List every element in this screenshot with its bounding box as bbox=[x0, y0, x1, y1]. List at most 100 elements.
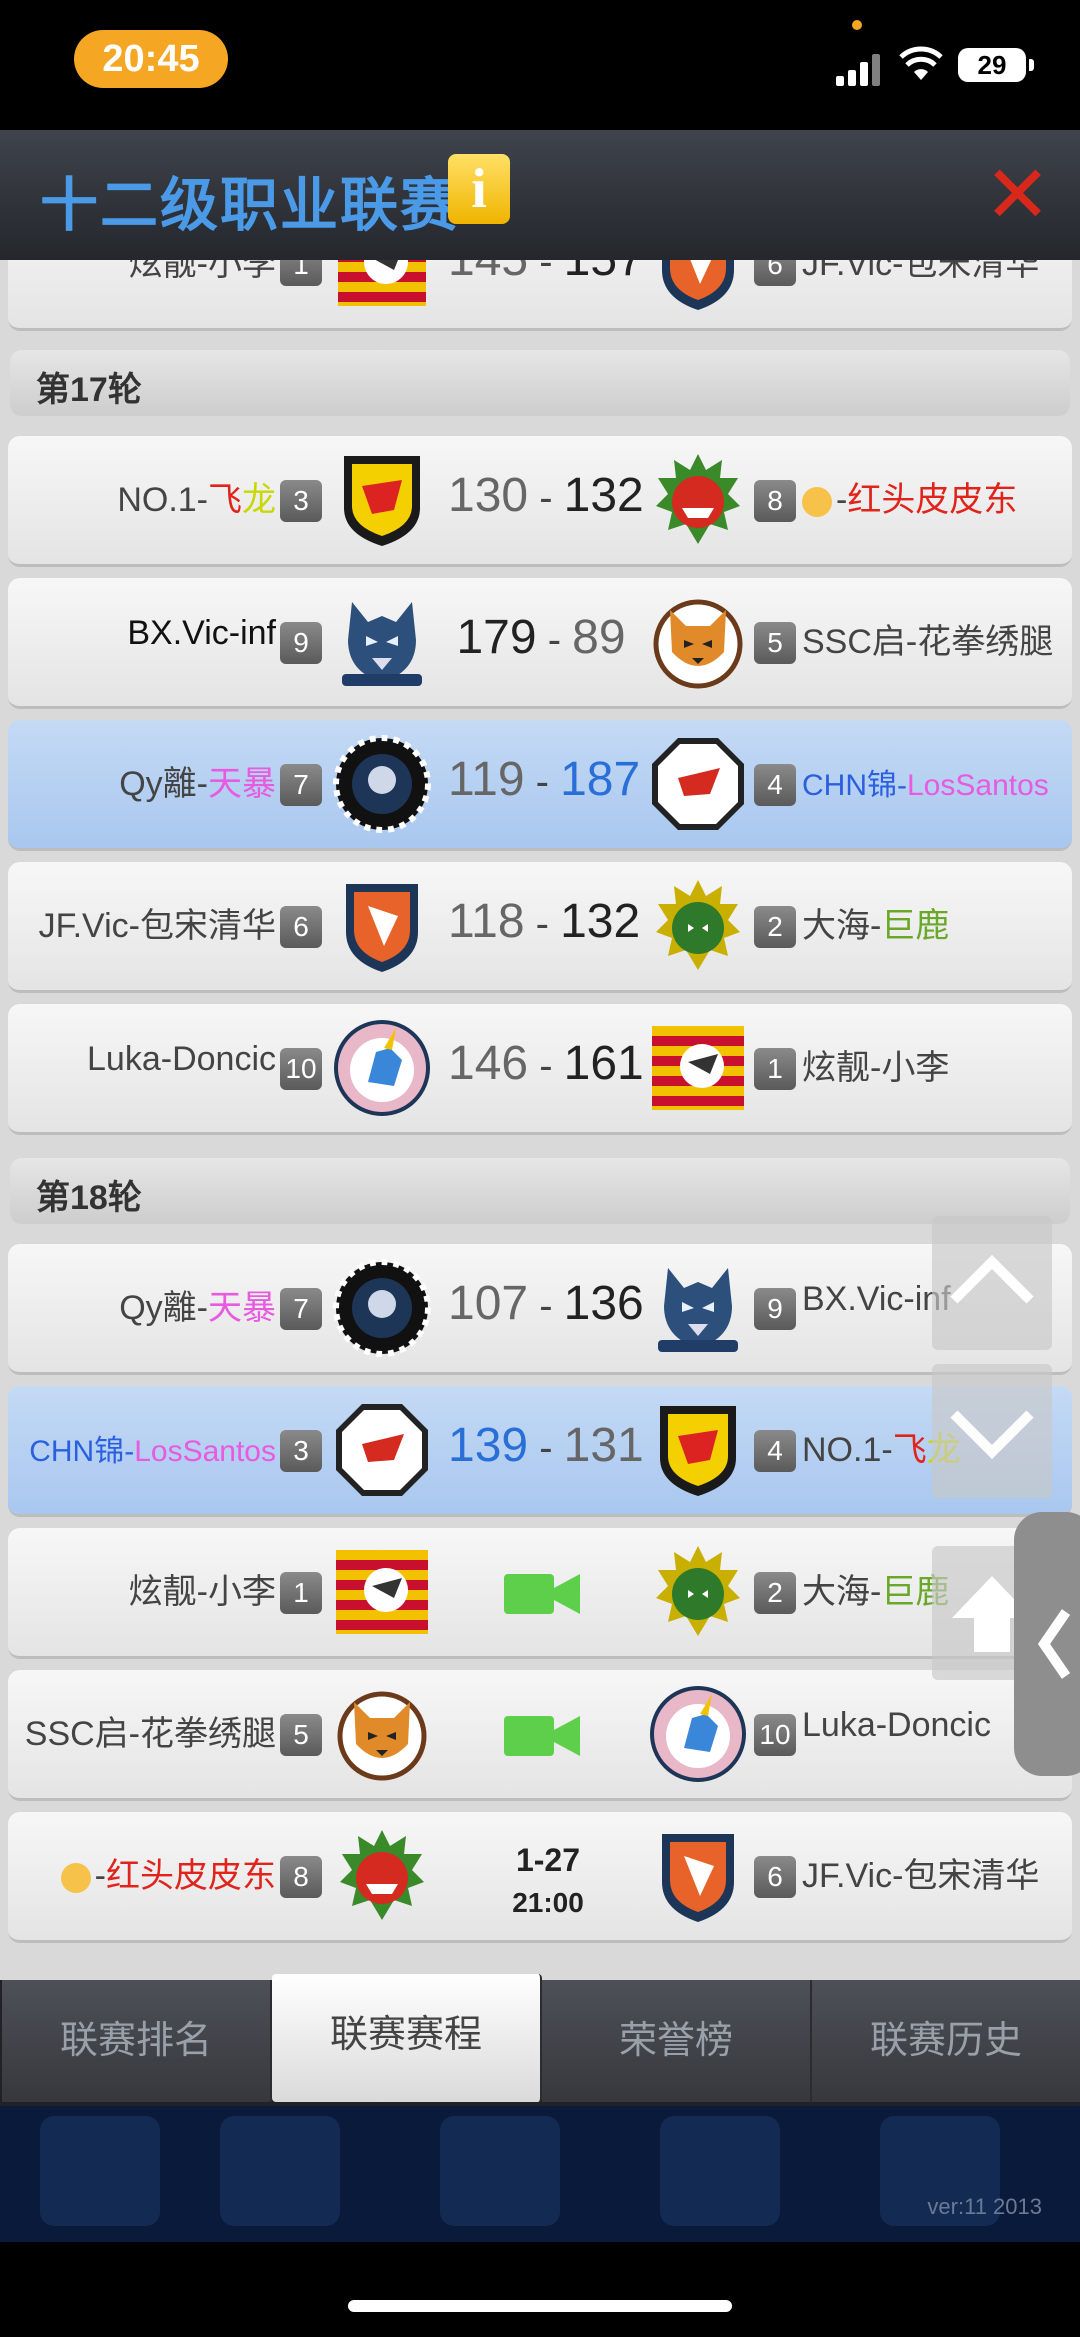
right-team-rank: 6 bbox=[754, 1856, 796, 1898]
recording-dot bbox=[852, 20, 862, 30]
match-row[interactable]: Qy離-天暴 7 107 - 136 9 BX.Vic-inf bbox=[8, 1244, 1072, 1375]
gear-logo-icon bbox=[333, 1259, 431, 1357]
right-team-rank: 1 bbox=[754, 1048, 796, 1090]
dragon-octagon-logo-icon bbox=[336, 1404, 428, 1496]
left-team-name: Qy離-天暴 bbox=[119, 765, 276, 803]
right-team-name: 大海-巨鹿 bbox=[802, 907, 950, 945]
left-team-rank: 8 bbox=[280, 1856, 322, 1898]
close-button[interactable]: ✕ bbox=[984, 155, 1051, 235]
match-time: 21:00 bbox=[512, 1887, 584, 1918]
dragon-shield-logo-icon bbox=[344, 456, 420, 546]
tab-bar: 联赛排名 联赛赛程 荣誉榜 联赛历史 bbox=[0, 1974, 1080, 2106]
match-row-highlighted[interactable]: Qy離-天暴 7 119 - 187 4 CHN锦-LosSantos bbox=[8, 720, 1072, 851]
right-score: 187 bbox=[560, 753, 641, 806]
left-score: 130 bbox=[448, 469, 529, 522]
right-team-name: -红头皮皮东 bbox=[802, 472, 1017, 521]
unicorn-logo-icon bbox=[334, 1020, 430, 1116]
right-score: 89 bbox=[572, 611, 626, 664]
version-label: ver:11 2013 bbox=[927, 2194, 1042, 2219]
status-bar: 20:45 29 bbox=[0, 0, 1080, 130]
video-camera-icon[interactable] bbox=[504, 1714, 580, 1758]
match-row[interactable]: BX.Vic-inf 9 179 - 89 5 SSC启-花拳绣腿 bbox=[8, 578, 1072, 709]
left-team-rank: 9 bbox=[280, 622, 322, 664]
left-team-rank: 10 bbox=[280, 1048, 322, 1090]
tiger-logo-icon bbox=[337, 1691, 427, 1781]
right-score: 157 bbox=[564, 260, 644, 286]
match-row-highlighted[interactable]: CHN锦-LosSantos 3 139 - 131 4 NO.1-飞龙 bbox=[8, 1386, 1072, 1517]
dock-item[interactable] bbox=[440, 2116, 560, 2226]
match-row[interactable]: JF.Vic-包宋清华 6 118 - 132 2 大海-巨鹿 bbox=[8, 862, 1072, 993]
left-team-rank: 1 bbox=[280, 1572, 322, 1614]
eagle-shield-logo-icon bbox=[662, 1834, 734, 1922]
info-button[interactable]: i bbox=[448, 154, 510, 224]
app-header: 十二级职业联赛 i ✕ bbox=[0, 130, 1080, 260]
right-score: 131 bbox=[563, 1419, 644, 1472]
left-team-name: 炫靓-小李 bbox=[128, 260, 276, 283]
deer-logo-icon bbox=[656, 1546, 740, 1636]
tab-league-history[interactable]: 联赛历史 bbox=[812, 1980, 1080, 2102]
right-score: 132 bbox=[560, 895, 641, 948]
round-label: 第18轮 bbox=[36, 1179, 142, 1217]
dragon-octagon-logo-icon bbox=[652, 738, 744, 830]
right-team-rank: 10 bbox=[754, 1714, 796, 1756]
scroll-down-button[interactable] bbox=[932, 1364, 1052, 1498]
wifi-icon bbox=[899, 46, 943, 80]
right-team-rank: 2 bbox=[754, 906, 796, 948]
dock-item[interactable] bbox=[40, 2116, 160, 2226]
home-indicator[interactable] bbox=[348, 2300, 732, 2312]
right-team-rank: 6 bbox=[754, 260, 796, 286]
right-team-rank: 2 bbox=[754, 1572, 796, 1614]
left-team-rank: 3 bbox=[280, 1430, 322, 1472]
dragon-flag-logo-icon bbox=[652, 1026, 744, 1110]
right-team-name: CHN锦-LosSantos bbox=[802, 769, 1049, 802]
dragon-shield-logo-icon bbox=[660, 1406, 736, 1496]
round-label: 第17轮 bbox=[36, 371, 142, 409]
left-team-rank: 5 bbox=[280, 1714, 322, 1756]
dinosaur-logo-icon bbox=[340, 1830, 424, 1920]
left-score: 146 bbox=[448, 1037, 529, 1090]
tab-league-schedule[interactable]: 联赛赛程 bbox=[272, 1974, 542, 2102]
wolf-logo-icon bbox=[658, 1268, 738, 1352]
status-time: 20:45 bbox=[74, 30, 228, 88]
tiger-logo-icon bbox=[653, 599, 743, 689]
deer-logo-icon bbox=[656, 880, 740, 970]
side-drawer-tab[interactable] bbox=[1014, 1512, 1080, 1776]
left-team-name: CHN锦-LosSantos bbox=[29, 1435, 276, 1468]
tab-honor-roll[interactable]: 荣誉榜 bbox=[542, 1980, 812, 2102]
right-team-rank: 9 bbox=[754, 1288, 796, 1330]
left-score: 179 bbox=[456, 611, 537, 664]
chevron-left-icon bbox=[1037, 1609, 1071, 1679]
match-row[interactable]: NO.1-飞龙 3 130 - 132 8 -红头皮皮东 bbox=[8, 436, 1072, 567]
left-team-name: SSC启-花拳绣腿 bbox=[24, 1715, 276, 1753]
video-camera-icon[interactable] bbox=[504, 1572, 580, 1616]
left-team-rank: 7 bbox=[280, 764, 322, 806]
chevron-up-icon bbox=[950, 1254, 1034, 1304]
right-team-rank: 5 bbox=[754, 622, 796, 664]
home-indicator-area bbox=[0, 2242, 1080, 2337]
dock-item[interactable] bbox=[220, 2116, 340, 2226]
gear-logo-icon bbox=[333, 735, 431, 833]
round-header: 第18轮 bbox=[10, 1158, 1070, 1224]
tab-league-ranking[interactable]: 联赛排名 bbox=[2, 1980, 272, 2102]
right-score: 136 bbox=[563, 1277, 644, 1330]
page-title: 十二级职业联赛 bbox=[40, 173, 461, 238]
signal-icon bbox=[836, 50, 886, 86]
right-team-name: 炫靓-小李 bbox=[802, 1049, 950, 1087]
match-row[interactable]: 炫靓-小李 1 2 大海-巨鹿 bbox=[8, 1528, 1072, 1659]
match-row[interactable]: -红头皮皮东 8 1-27 21:00 6 JF.Vic-包宋清华 bbox=[8, 1812, 1072, 1943]
unicorn-logo-icon bbox=[650, 1686, 746, 1782]
match-row[interactable]: 炫靓-小李 1 145 - 157 6 JF.Vic-包宋清华 bbox=[8, 260, 1072, 331]
left-team-name: Luka-Doncic bbox=[87, 1040, 276, 1078]
match-row[interactable]: Luka-Doncic 10 146 - 161 1 炫靓-小李 bbox=[8, 1004, 1072, 1135]
left-team-rank: 7 bbox=[280, 1288, 322, 1330]
match-row[interactable]: SSC启-花拳绣腿 5 10 Luka-Doncic bbox=[8, 1670, 1072, 1801]
right-team-name: 大海-巨鹿 bbox=[802, 1573, 950, 1611]
left-team-name: JF.Vic-包宋清华 bbox=[38, 907, 276, 945]
left-team-name: NO.1-飞龙 bbox=[117, 481, 276, 519]
scroll-up-button[interactable] bbox=[932, 1216, 1052, 1350]
eagle-shield-logo-icon bbox=[662, 260, 734, 310]
schedule-list[interactable]: 炫靓-小李 1 145 - 157 6 JF.Vic-包宋清华 第17轮 NO.… bbox=[0, 260, 1080, 1980]
dock-item[interactable] bbox=[660, 2116, 780, 2226]
left-team-name: -红头皮皮东 bbox=[60, 1848, 276, 1897]
match-schedule: 1-27 21:00 bbox=[478, 1842, 618, 1919]
